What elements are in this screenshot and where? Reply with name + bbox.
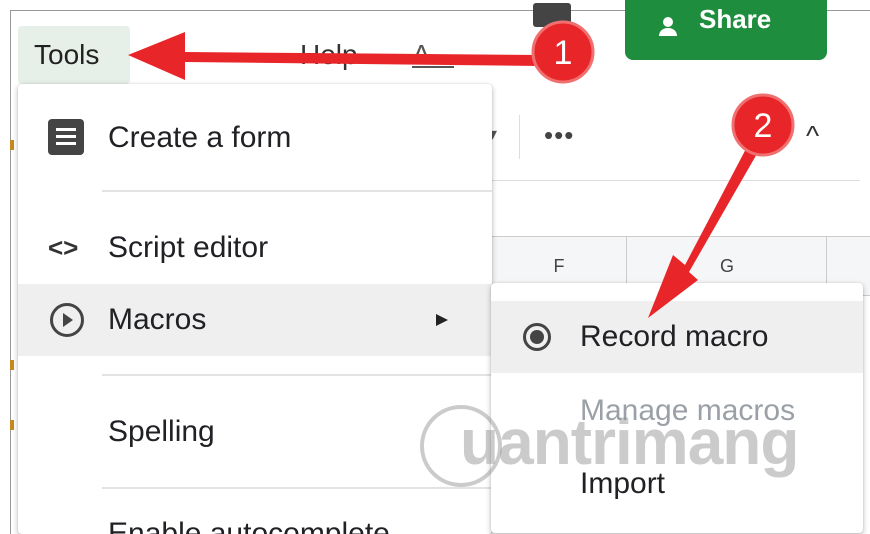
menu-item-enable-autocomplete[interactable]: Enable autocomplete: [18, 502, 492, 534]
menu-item-macros[interactable]: Macros: [18, 284, 492, 356]
sheet-edge: [10, 120, 16, 520]
tools-menu-button[interactable]: Tools: [18, 26, 130, 84]
submenu-item-label: Record macro: [580, 320, 769, 353]
menu-item-label: Create a form: [108, 121, 292, 154]
menu-item-label: Script editor: [108, 231, 269, 264]
record-icon: [523, 323, 551, 351]
play-circle-icon: [50, 303, 84, 337]
form-icon: [48, 119, 84, 155]
menu-divider: [102, 374, 492, 376]
share-label: Share: [699, 4, 772, 34]
watermark-text: uantrimang: [460, 406, 799, 478]
share-button[interactable]: Share: [625, 0, 827, 60]
more-options-button[interactable]: •••: [544, 120, 574, 151]
menu-divider: [102, 190, 492, 192]
share-icon: [659, 17, 677, 36]
code-icon: <>: [48, 232, 79, 263]
menu-item-label: Enable autocomplete: [108, 517, 390, 534]
menu-item-script-editor[interactable]: <> Script editor: [18, 212, 492, 284]
accessibility-menu-button[interactable]: A...: [412, 39, 454, 71]
watermark-logo: uantrimang: [420, 395, 820, 495]
menu-item-label: Spelling: [108, 415, 215, 448]
submenu-arrow-icon: [436, 314, 448, 326]
toolbar-divider: [519, 115, 520, 159]
help-menu-button[interactable]: Help: [300, 39, 358, 71]
formula-bar-border: [490, 180, 860, 181]
menu-item-label: Macros: [108, 303, 207, 336]
save-icon: [533, 3, 571, 27]
tools-menu-label: Tools: [34, 39, 100, 70]
menu-item-create-form[interactable]: Create a form: [18, 102, 492, 174]
submenu-item-record-macro[interactable]: Record macro: [491, 301, 863, 373]
collapse-menus-button[interactable]: ^: [806, 120, 819, 152]
